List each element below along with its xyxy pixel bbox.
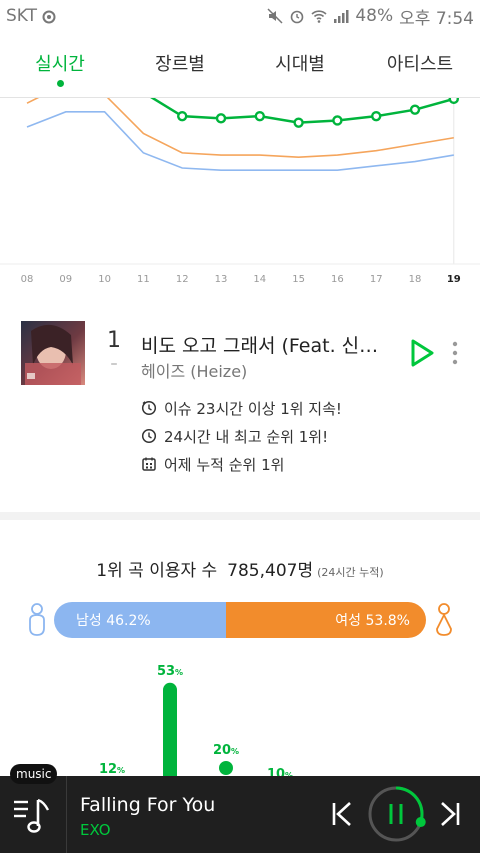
pause-button[interactable] — [366, 784, 426, 844]
x-tick-label: 09 — [59, 274, 72, 285]
signal-icon — [334, 10, 349, 23]
age-bar-label: 53% — [157, 664, 183, 679]
chart-tabs: 실시간 장르별 시대별 아티스트 — [0, 32, 480, 98]
series-line-0 — [150, 98, 455, 124]
more-options-icon[interactable] — [447, 340, 463, 366]
song-title[interactable]: 비도 오고 그래서 (Feat. 신용재) — [141, 331, 391, 358]
fact-issue: 이슈 23시간 이상 1위 지속! — [141, 394, 342, 422]
carrier-label: SKT — [6, 6, 38, 26]
hourly-rank-chart-svg: 08 09 10 11 12 13 14 15 16 17 18 19 — [0, 98, 480, 285]
fact-yesterday-text: 어제 누적 순위 1위 — [164, 455, 285, 474]
next-track-icon[interactable] — [438, 800, 462, 828]
series-line-2 — [26, 111, 454, 171]
age-bar-label: 20% — [213, 743, 239, 758]
sync-icon — [42, 10, 56, 24]
x-tick-label: 12 — [176, 274, 189, 285]
alarm-icon — [291, 10, 304, 24]
x-tick-label: 15 — [292, 274, 305, 285]
age-bar-group: 20% — [213, 743, 239, 775]
male-ratio-label: 남성 46.2% — [76, 613, 151, 629]
battery-level: 48% — [355, 6, 394, 26]
music-tag: music — [10, 764, 58, 784]
series-point-4 — [293, 117, 304, 128]
series-point-1 — [176, 110, 188, 122]
album-art[interactable] — [21, 321, 85, 385]
tab-genre-label: 장르별 — [155, 54, 205, 75]
age-bar-label: 12% — [99, 762, 125, 777]
x-tick-label: 17 — [370, 274, 383, 285]
x-tick-label: 11 — [137, 274, 150, 285]
rank-number: 1 — [107, 328, 121, 353]
listener-stats: 1위 곡 이용자 수 785,407명 (24시간 누적) 남성 46.2% 여성 … — [0, 512, 480, 784]
now-playing-artist[interactable]: EXO — [80, 821, 111, 839]
play-icon[interactable] — [408, 338, 436, 368]
song-artist[interactable]: 헤이즈 (Heize) — [141, 358, 247, 382]
gender-ratio-bar: 남성 46.2% 여성 53.8% — [54, 602, 426, 638]
series-line-1 — [26, 98, 454, 159]
rank-change: – — [110, 356, 118, 372]
age-bar — [219, 761, 233, 775]
x-tick-label: 10 — [98, 274, 111, 285]
status-bar: SKT 48% 오후 7:54 — [0, 0, 480, 32]
player-divider — [66, 776, 67, 853]
playlist-menu-icon[interactable] — [12, 796, 54, 836]
series-point-3 — [254, 110, 265, 122]
wifi-icon — [311, 10, 327, 23]
top-song-card[interactable]: 1 – 비도 오고 그래서 (Feat. 신용재) 헤이즈 (Heize) 이슈… — [0, 294, 480, 510]
song-facts: 이슈 23시간 이상 1위 지속! 24시간 내 최고 순위 1위! 어제 누적… — [141, 394, 342, 478]
fact-yesterday: 어제 누적 순위 1위 — [141, 450, 342, 478]
fact-peak-text: 24시간 내 최고 순위 1위! — [164, 427, 329, 446]
age-bar-group: 53% — [157, 664, 183, 784]
listener-count-label: 1위 곡 이용자 수 — [96, 561, 218, 581]
album-art-image — [21, 321, 85, 385]
listener-count-value: 785,407명 — [227, 561, 314, 581]
status-icons: 48% 오후 7:54 — [267, 4, 474, 29]
female-ratio-label: 여성 53.8% — [335, 613, 410, 629]
carrier-group: SKT — [6, 6, 57, 26]
tab-artist[interactable]: 아티스트 — [360, 32, 480, 97]
tab-artist-label: 아티스트 — [386, 54, 454, 75]
age-distribution-chart: 12%53%20%10% — [99, 664, 293, 784]
mute-icon — [267, 8, 283, 24]
female-ratio-segment: 여성 53.8% — [225, 602, 426, 638]
age-bar — [163, 682, 177, 784]
now-playing-title[interactable]: Falling For You — [80, 794, 215, 816]
mini-player[interactable]: Falling For You EXO — [0, 776, 480, 853]
male-ratio-segment: 남성 46.2% — [54, 602, 226, 638]
hourly-rank-chart[interactable]: 08 09 10 11 12 13 14 15 16 17 18 19 — [0, 98, 480, 294]
clock-time: 오후 7:54 — [399, 8, 474, 29]
series-point-5 — [332, 115, 343, 126]
playback-progress-knob[interactable] — [415, 817, 426, 828]
tab-genre[interactable]: 장르별 — [120, 32, 240, 97]
x-tick-label: 16 — [331, 274, 344, 285]
listener-count-line: 1위 곡 이용자 수 785,407명 (24시간 누적) — [0, 556, 480, 581]
clock-icon — [141, 428, 157, 444]
fact-peak: 24시간 내 최고 순위 1위! — [141, 422, 342, 450]
tab-era-label: 시대별 — [275, 54, 325, 75]
issue-clock-icon — [141, 400, 157, 416]
calendar-icon — [142, 457, 156, 471]
series-point-8 — [448, 98, 459, 105]
series-point-6 — [371, 110, 382, 122]
previous-track-icon[interactable] — [330, 800, 354, 828]
listener-count-note: (24시간 누적) — [317, 566, 384, 579]
x-tick-label: 18 — [409, 274, 422, 285]
tab-era[interactable]: 시대별 — [240, 32, 360, 97]
active-tab-indicator — [57, 80, 64, 87]
series-point-2 — [215, 113, 227, 124]
male-icon — [29, 603, 45, 636]
tab-realtime-label: 실시간 — [35, 54, 85, 75]
female-icon — [436, 603, 452, 636]
tab-realtime[interactable]: 실시간 — [0, 32, 120, 97]
fact-issue-text: 이슈 23시간 이상 1위 지속! — [164, 399, 342, 418]
x-tick-label: 14 — [253, 274, 266, 285]
x-tick-label: 19 — [447, 274, 461, 285]
x-tick-label: 08 — [21, 274, 34, 285]
x-tick-label: 13 — [215, 274, 228, 285]
series-point-7 — [409, 104, 421, 115]
